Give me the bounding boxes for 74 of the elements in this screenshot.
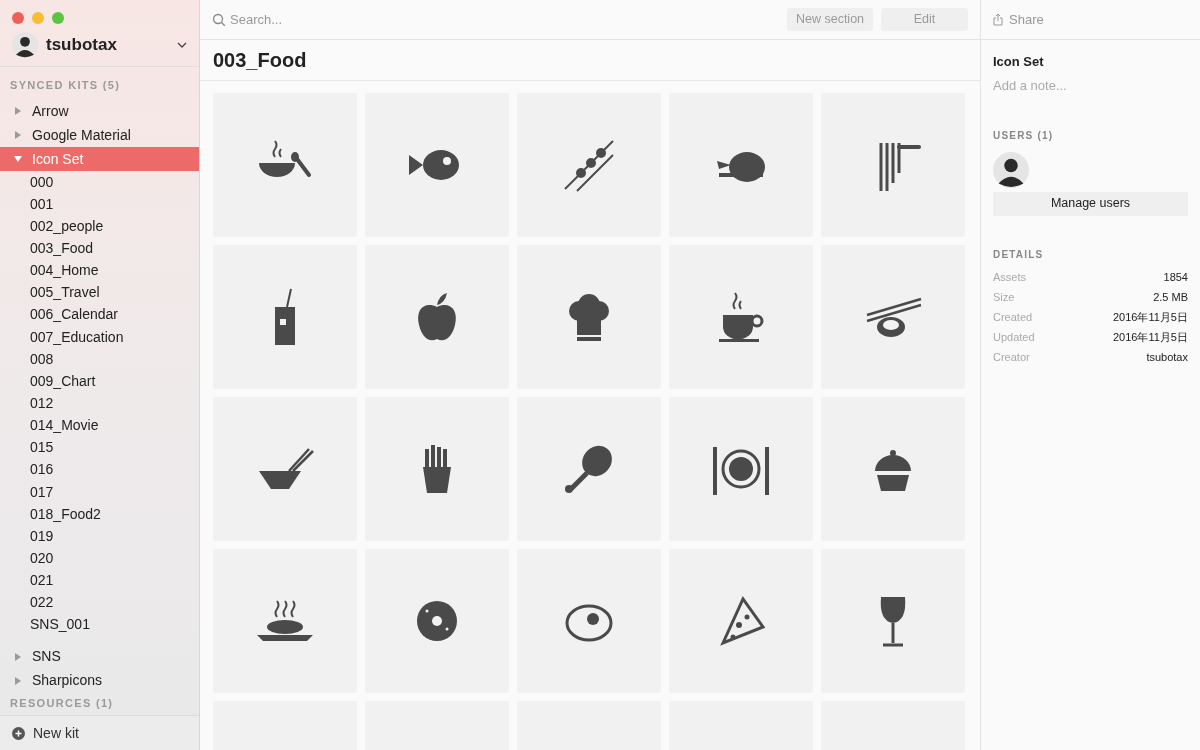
share-icon (993, 13, 1003, 26)
icon-tile[interactable] (517, 245, 661, 389)
detail-label: Size (993, 290, 1015, 306)
section-item[interactable]: 018_Food2 (0, 503, 199, 526)
kit-item[interactable]: Arrow (0, 99, 199, 123)
section-item[interactable]: 004_Home (0, 259, 199, 282)
plus-circle-icon (12, 726, 25, 740)
kit-item[interactable]: SNS (0, 644, 199, 669)
icon-tile[interactable] (213, 93, 357, 237)
kit-item[interactable]: Google Material (0, 123, 199, 147)
close-window-icon[interactable] (12, 12, 24, 24)
detail-label: Updated (993, 330, 1035, 346)
icon-tile[interactable] (365, 397, 509, 541)
kit-item[interactable]: Sharpicons (0, 668, 199, 693)
section-heading: SYNCED KITS (5) (9, 78, 122, 93)
icon-tile[interactable] (517, 397, 661, 541)
account-name[interactable]: tsubotax (46, 32, 169, 58)
new-kit-button[interactable]: New kit (0, 715, 199, 750)
icon-tile[interactable] (821, 93, 965, 237)
section-item[interactable]: 019 (0, 525, 199, 548)
detail-value: 1854 (1163, 270, 1188, 286)
note-field[interactable]: Add a note... (993, 75, 1188, 95)
detail-value: 2016年11月5日 (1113, 330, 1188, 346)
section-item[interactable]: 022 (0, 591, 199, 614)
chevron-down-icon[interactable] (177, 42, 187, 48)
section-title: 003_Food (213, 48, 307, 73)
caret-down-icon[interactable] (14, 155, 22, 163)
icon-tile[interactable] (669, 549, 813, 693)
icon-tile[interactable] (365, 549, 509, 693)
kit-title: Icon Set (993, 53, 1045, 71)
section-item[interactable]: SNS_001 (0, 613, 199, 636)
section-item[interactable]: 015 (0, 436, 199, 459)
icon-tile[interactable] (669, 245, 813, 389)
icon-tile[interactable] (669, 397, 813, 541)
icon-tile[interactable] (821, 549, 965, 693)
avatar (12, 32, 38, 58)
icon-tile[interactable] (517, 549, 661, 693)
detail-label: Assets (993, 270, 1026, 286)
icon-tile[interactable] (365, 245, 509, 389)
icon-tile[interactable] (213, 245, 357, 389)
avatar (993, 151, 1029, 188)
icon-tile[interactable] (821, 245, 965, 389)
search-icon (212, 12, 226, 27)
section-item[interactable]: 012 (0, 392, 199, 415)
icon-tile[interactable] (669, 93, 813, 237)
section-item[interactable]: 021 (0, 569, 199, 592)
icon-tile[interactable] (213, 549, 357, 693)
section-item[interactable]: 016 (0, 458, 199, 481)
icon-tile[interactable] (821, 397, 965, 541)
detail-value: 2.5 MB (1153, 290, 1188, 306)
section-item[interactable]: 009_Chart (0, 370, 199, 393)
detail-value: tsubotax (1146, 350, 1188, 366)
icon-tile[interactable] (517, 93, 661, 237)
users-heading: USERS (1) (993, 128, 1055, 143)
section-item[interactable]: 020 (0, 547, 199, 570)
section-item[interactable]: 017 (0, 480, 199, 504)
icon-tile[interactable] (213, 397, 357, 541)
detail-value: 2016年11月5日 (1113, 310, 1188, 326)
icon-tile[interactable] (365, 93, 509, 237)
section-item[interactable]: 008 (0, 348, 199, 371)
section-item[interactable]: 000 (0, 171, 199, 194)
detail-label: Created (993, 310, 1033, 326)
section-item[interactable]: 014_Movie (0, 414, 199, 437)
section-item[interactable]: 007_Education (0, 326, 199, 349)
section-heading: RESOURCES (1) (9, 695, 115, 711)
detail-label: Creator (993, 350, 1030, 366)
details-heading: DETAILS (993, 247, 1045, 262)
section-item[interactable]: 003_Food (0, 237, 199, 260)
section-item[interactable]: 001 (0, 193, 199, 216)
section-item[interactable]: 005_Travel (0, 281, 199, 304)
manage-users-button[interactable]: Manage users (993, 191, 1188, 216)
section-item[interactable]: 006_Calendar (0, 303, 199, 326)
search-field[interactable]: Search... (230, 9, 430, 30)
section-item[interactable]: 002_people (0, 215, 199, 238)
